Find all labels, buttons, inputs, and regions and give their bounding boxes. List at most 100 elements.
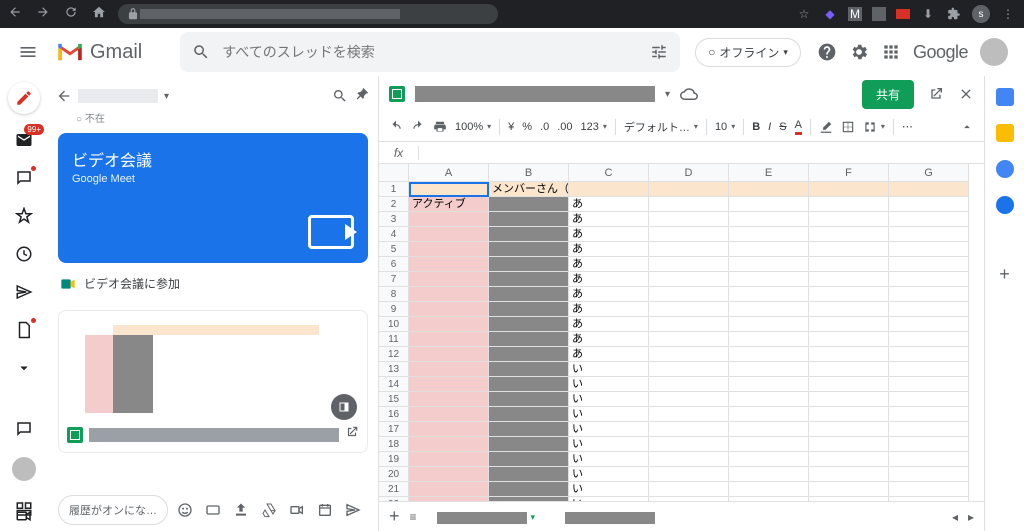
meet-bottom-icon[interactable] <box>15 507 33 525</box>
cell-C22[interactable]: い <box>569 497 649 501</box>
cell-G12[interactable] <box>889 347 969 362</box>
cell-A5[interactable] <box>409 242 489 257</box>
cell-C16[interactable]: い <box>569 407 649 422</box>
cell-E8[interactable] <box>729 287 809 302</box>
col-header-D[interactable]: D <box>649 164 729 182</box>
cell-A2[interactable]: アクティブ <box>409 197 489 212</box>
rail-chat2[interactable] <box>12 417 36 441</box>
cell-E21[interactable] <box>729 482 809 497</box>
col-header-A[interactable]: A <box>409 164 489 182</box>
cell-A12[interactable] <box>409 347 489 362</box>
cell-A7[interactable] <box>409 272 489 287</box>
cell-G20[interactable] <box>889 467 969 482</box>
cell-G4[interactable] <box>889 227 969 242</box>
cell-C12[interactable]: あ <box>569 347 649 362</box>
gif-icon[interactable] <box>202 499 224 521</box>
cell-A1[interactable] <box>409 182 489 197</box>
cell-G6[interactable] <box>889 257 969 272</box>
cell-F21[interactable] <box>809 482 889 497</box>
cell-E6[interactable] <box>729 257 809 272</box>
row-header[interactable]: 3 <box>379 212 409 227</box>
cell-F6[interactable] <box>809 257 889 272</box>
cell-F14[interactable] <box>809 377 889 392</box>
cell-A14[interactable] <box>409 377 489 392</box>
cell-B15[interactable] <box>489 392 569 407</box>
row-header[interactable]: 11 <box>379 332 409 347</box>
cell-G10[interactable] <box>889 317 969 332</box>
cell-C3[interactable]: あ <box>569 212 649 227</box>
cell-B2[interactable] <box>489 197 569 212</box>
close-icon[interactable] <box>958 86 974 102</box>
cell-D16[interactable] <box>649 407 729 422</box>
cell-G13[interactable] <box>889 362 969 377</box>
cell-E19[interactable] <box>729 452 809 467</box>
cell-A21[interactable] <box>409 482 489 497</box>
cell-B16[interactable] <box>489 407 569 422</box>
row-header[interactable]: 16 <box>379 407 409 422</box>
reload-icon[interactable] <box>64 5 78 24</box>
cell-D19[interactable] <box>649 452 729 467</box>
rail-chat[interactable] <box>12 166 36 190</box>
cell-C8[interactable]: あ <box>569 287 649 302</box>
cell-G22[interactable] <box>889 497 969 501</box>
cell-D1[interactable] <box>649 182 729 197</box>
strike-button[interactable]: S <box>779 121 786 133</box>
cell-E14[interactable] <box>729 377 809 392</box>
cell-C4[interactable]: あ <box>569 227 649 242</box>
cell-A11[interactable] <box>409 332 489 347</box>
undo-button[interactable] <box>389 120 403 134</box>
calendar-addon-icon[interactable] <box>996 88 1014 106</box>
cell-A19[interactable] <box>409 452 489 467</box>
cell-F19[interactable] <box>809 452 889 467</box>
cell-C5[interactable]: あ <box>569 242 649 257</box>
cell-D9[interactable] <box>649 302 729 317</box>
preview-expand-button[interactable] <box>331 394 357 420</box>
cell-F15[interactable] <box>809 392 889 407</box>
ext-icon-4[interactable] <box>896 9 910 19</box>
cell-F1[interactable] <box>809 182 889 197</box>
cell-G5[interactable] <box>889 242 969 257</box>
cell-E10[interactable] <box>729 317 809 332</box>
cell-B1[interactable]: メンバーさん（敬称略） <box>489 182 569 197</box>
cell-G8[interactable] <box>889 287 969 302</box>
sheet-tab-2[interactable] <box>555 506 665 528</box>
send-icon[interactable] <box>342 499 364 521</box>
search-input[interactable] <box>222 44 638 60</box>
cell-D6[interactable] <box>649 257 729 272</box>
zoom-select[interactable]: 100% <box>455 121 491 133</box>
chat-input[interactable]: 履歴がオンにな… <box>58 495 168 525</box>
cell-A9[interactable] <box>409 302 489 317</box>
cell-A20[interactable] <box>409 467 489 482</box>
ext-icon-5[interactable]: ⬇ <box>920 6 936 22</box>
cell-G2[interactable] <box>889 197 969 212</box>
main-menu-button[interactable] <box>8 32 48 72</box>
cell-D8[interactable] <box>649 287 729 302</box>
cell-F12[interactable] <box>809 347 889 362</box>
contacts-addon-icon[interactable] <box>996 196 1014 214</box>
calendar-icon[interactable] <box>314 499 336 521</box>
sheet-tab-1[interactable]: ▾ <box>427 506 546 528</box>
cell-C21[interactable]: い <box>569 482 649 497</box>
cell-A3[interactable] <box>409 212 489 227</box>
cell-D4[interactable] <box>649 227 729 242</box>
open-new-icon[interactable] <box>928 86 944 102</box>
tasks-addon-icon[interactable] <box>996 160 1014 178</box>
cell-C15[interactable]: い <box>569 392 649 407</box>
emoji-icon[interactable] <box>174 499 196 521</box>
cell-D7[interactable] <box>649 272 729 287</box>
cell-B4[interactable] <box>489 227 569 242</box>
settings-icon[interactable] <box>849 42 869 62</box>
cell-F9[interactable] <box>809 302 889 317</box>
toolbar-more[interactable]: ⋯ <box>902 120 913 133</box>
cell-D11[interactable] <box>649 332 729 347</box>
cell-D18[interactable] <box>649 437 729 452</box>
cell-E18[interactable] <box>729 437 809 452</box>
cell-A16[interactable] <box>409 407 489 422</box>
cell-E3[interactable] <box>729 212 809 227</box>
cell-D3[interactable] <box>649 212 729 227</box>
col-header-G[interactable]: G <box>889 164 969 182</box>
cell-F16[interactable] <box>809 407 889 422</box>
cell-C1[interactable] <box>569 182 649 197</box>
col-header-C[interactable]: C <box>569 164 649 182</box>
url-bar[interactable] <box>118 4 498 24</box>
